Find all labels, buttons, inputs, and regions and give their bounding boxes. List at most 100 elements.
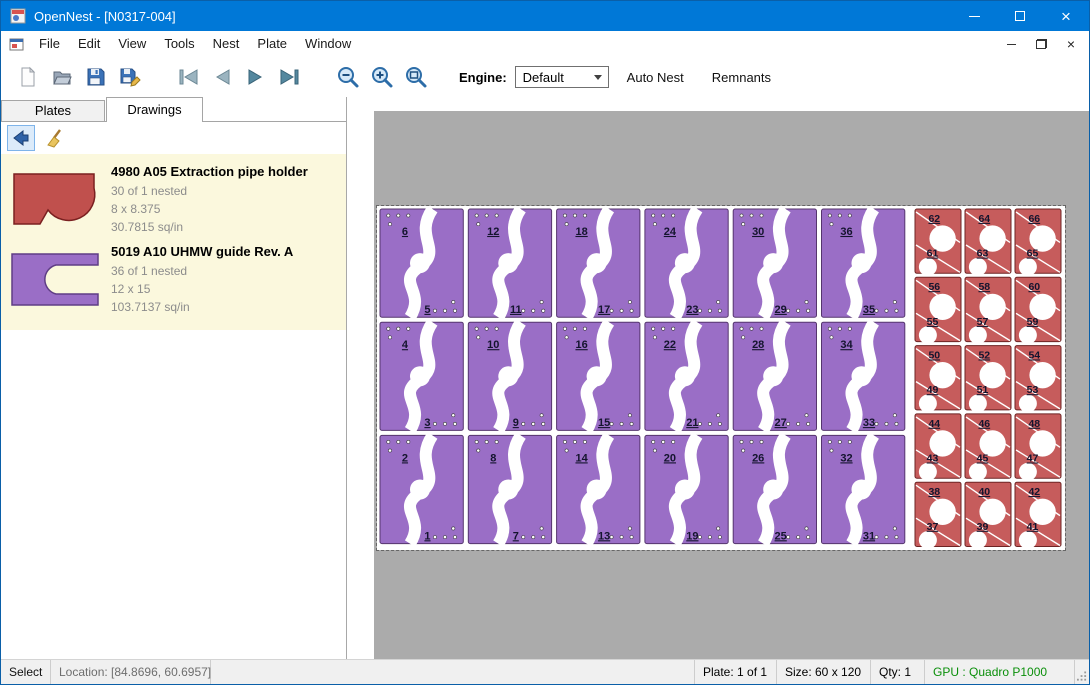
svg-text:43: 43 [927, 452, 939, 464]
svg-text:65: 65 [1027, 248, 1039, 260]
menu-file[interactable]: File [30, 31, 69, 57]
part-thumbnail-red [7, 170, 103, 230]
clear-button[interactable] [41, 125, 69, 151]
svg-text:10: 10 [487, 339, 499, 351]
purple-part-pair[interactable]: 21 [380, 435, 463, 543]
purple-part-pair[interactable]: 3231 [822, 435, 905, 543]
red-part-pair[interactable]: 5453 [1015, 346, 1061, 413]
zoom-out-button[interactable] [331, 61, 365, 93]
svg-text:54: 54 [1028, 349, 1040, 361]
purple-part-pair[interactable]: 2423 [645, 209, 728, 317]
svg-text:47: 47 [1027, 452, 1039, 464]
purple-part-pair[interactable]: 1413 [557, 435, 640, 543]
purple-part-pair[interactable]: 2625 [733, 435, 816, 543]
menu-window[interactable]: Window [296, 31, 360, 57]
drawing-meta: 5019 A10 UHMW guide Rev. A 36 of 1 neste… [103, 244, 293, 316]
purple-part-pair[interactable]: 2827 [733, 322, 816, 430]
purple-part-pair[interactable]: 3433 [822, 322, 905, 430]
new-button[interactable] [11, 61, 45, 93]
save-as-button[interactable] [113, 61, 147, 93]
open-button[interactable] [45, 61, 79, 93]
nav-next-button[interactable] [239, 61, 273, 93]
svg-text:29: 29 [775, 304, 787, 316]
tab-plates[interactable]: Plates [1, 100, 105, 121]
send-back-button[interactable] [7, 125, 35, 151]
nav-prev-button[interactable] [205, 61, 239, 93]
svg-text:46: 46 [978, 418, 990, 430]
purple-part-pair[interactable]: 1211 [468, 209, 551, 317]
status-gpu: GPU : Quadro P1000 [925, 660, 1075, 684]
list-item[interactable]: 4980 A05 Extraction pipe holder 30 of 1 … [1, 160, 346, 240]
red-part-pair[interactable]: 5655 [915, 277, 961, 344]
red-part-pair[interactable]: 6261 [915, 209, 961, 276]
window-title: OpenNest - [N0317-004] [34, 9, 176, 24]
drawing-meta: 4980 A05 Extraction pipe holder 30 of 1 … [103, 164, 308, 236]
svg-text:60: 60 [1028, 281, 1040, 293]
nav-last-button[interactable] [273, 61, 307, 93]
minimize-button[interactable] [951, 1, 997, 31]
red-part-pair[interactable]: 4039 [965, 482, 1011, 549]
engine-select[interactable]: Default [515, 66, 609, 88]
menu-plate[interactable]: Plate [248, 31, 296, 57]
red-part-pair[interactable]: 60 59 [1015, 277, 1061, 344]
titlebar[interactable]: OpenNest - [N0317-004] × [1, 1, 1089, 31]
mdi-minimize-button[interactable] [1003, 36, 1019, 52]
purple-part-pair[interactable]: 1615 [557, 322, 640, 430]
svg-text:14: 14 [575, 452, 588, 464]
menu-nest[interactable]: Nest [204, 31, 249, 57]
red-part-pair[interactable]: 4241 [1015, 482, 1061, 549]
red-part-pair[interactable]: 3837 [915, 482, 961, 549]
auto-nest-button[interactable]: Auto Nest [617, 64, 694, 91]
purple-part-pair[interactable]: 3029 [733, 209, 816, 317]
purple-part-pair[interactable]: 109 [468, 322, 551, 430]
purple-part-pair[interactable]: 87 [468, 435, 551, 543]
svg-text:6: 6 [402, 226, 408, 238]
drawing-nested: 30 of 1 nested [111, 182, 308, 200]
mdi-window-controls: × [1003, 36, 1089, 52]
svg-text:20: 20 [664, 452, 676, 464]
plate[interactable]: 6512111817242330293635431091615222128273… [377, 206, 1065, 550]
zoom-in-button[interactable] [365, 61, 399, 93]
menu-view[interactable]: View [109, 31, 155, 57]
remnants-button[interactable]: Remnants [702, 64, 781, 91]
mdi-close-button[interactable]: × [1063, 36, 1079, 52]
menu-edit[interactable]: Edit [69, 31, 109, 57]
red-part-pair[interactable]: 5857 [965, 277, 1011, 344]
svg-text:55: 55 [927, 316, 939, 328]
red-part-pair[interactable]: 6665 [1015, 209, 1061, 276]
purple-part-pair[interactable]: 3635 [822, 209, 905, 317]
purple-part-pair[interactable]: 65 [380, 209, 463, 317]
svg-text:57: 57 [977, 316, 989, 328]
panel-filler [1, 330, 346, 659]
minimize-icon [969, 16, 980, 17]
tab-drawings[interactable]: Drawings [106, 97, 203, 122]
close-button[interactable]: × [1043, 1, 1089, 31]
nav-first-button[interactable] [171, 61, 205, 93]
red-part-pair[interactable]: 5251 [965, 346, 1011, 413]
red-part-pair[interactable]: 5049 [915, 346, 961, 413]
list-item[interactable]: 5019 A10 UHMW guide Rev. A 36 of 1 neste… [1, 240, 346, 320]
red-part-pair[interactable]: 6463 [965, 209, 1011, 276]
red-part-pair[interactable]: 4443 [915, 414, 961, 481]
mdi-restore-button[interactable] [1033, 36, 1049, 52]
purple-part-pair[interactable]: 2221 [645, 322, 728, 430]
svg-text:59: 59 [1027, 316, 1039, 328]
purple-part-pair[interactable]: 1817 [557, 209, 640, 317]
red-part-pair[interactable]: 4847 [1015, 414, 1061, 481]
red-part-pair[interactable]: 4645 [965, 414, 1011, 481]
resize-grip-icon[interactable] [1075, 660, 1089, 684]
app-window: OpenNest - [N0317-004] × File Edit View … [0, 0, 1090, 685]
purple-part-pair[interactable]: 43 [380, 322, 463, 430]
status-spacer [211, 660, 695, 684]
purple-part-pair[interactable]: 2019 [645, 435, 728, 543]
save-button[interactable] [79, 61, 113, 93]
nest-canvas[interactable]: 6512111817242330293635431091615222128273… [374, 111, 1089, 659]
status-size: Size: 60 x 120 [777, 660, 871, 684]
zoom-fit-button[interactable] [399, 61, 433, 93]
drawing-list: 4980 A05 Extraction pipe holder 30 of 1 … [1, 154, 346, 330]
document-icon [9, 37, 24, 52]
maximize-button[interactable] [997, 1, 1043, 31]
menu-tools[interactable]: Tools [155, 31, 203, 57]
broom-icon [45, 128, 65, 148]
zoom-in-icon [370, 65, 394, 89]
